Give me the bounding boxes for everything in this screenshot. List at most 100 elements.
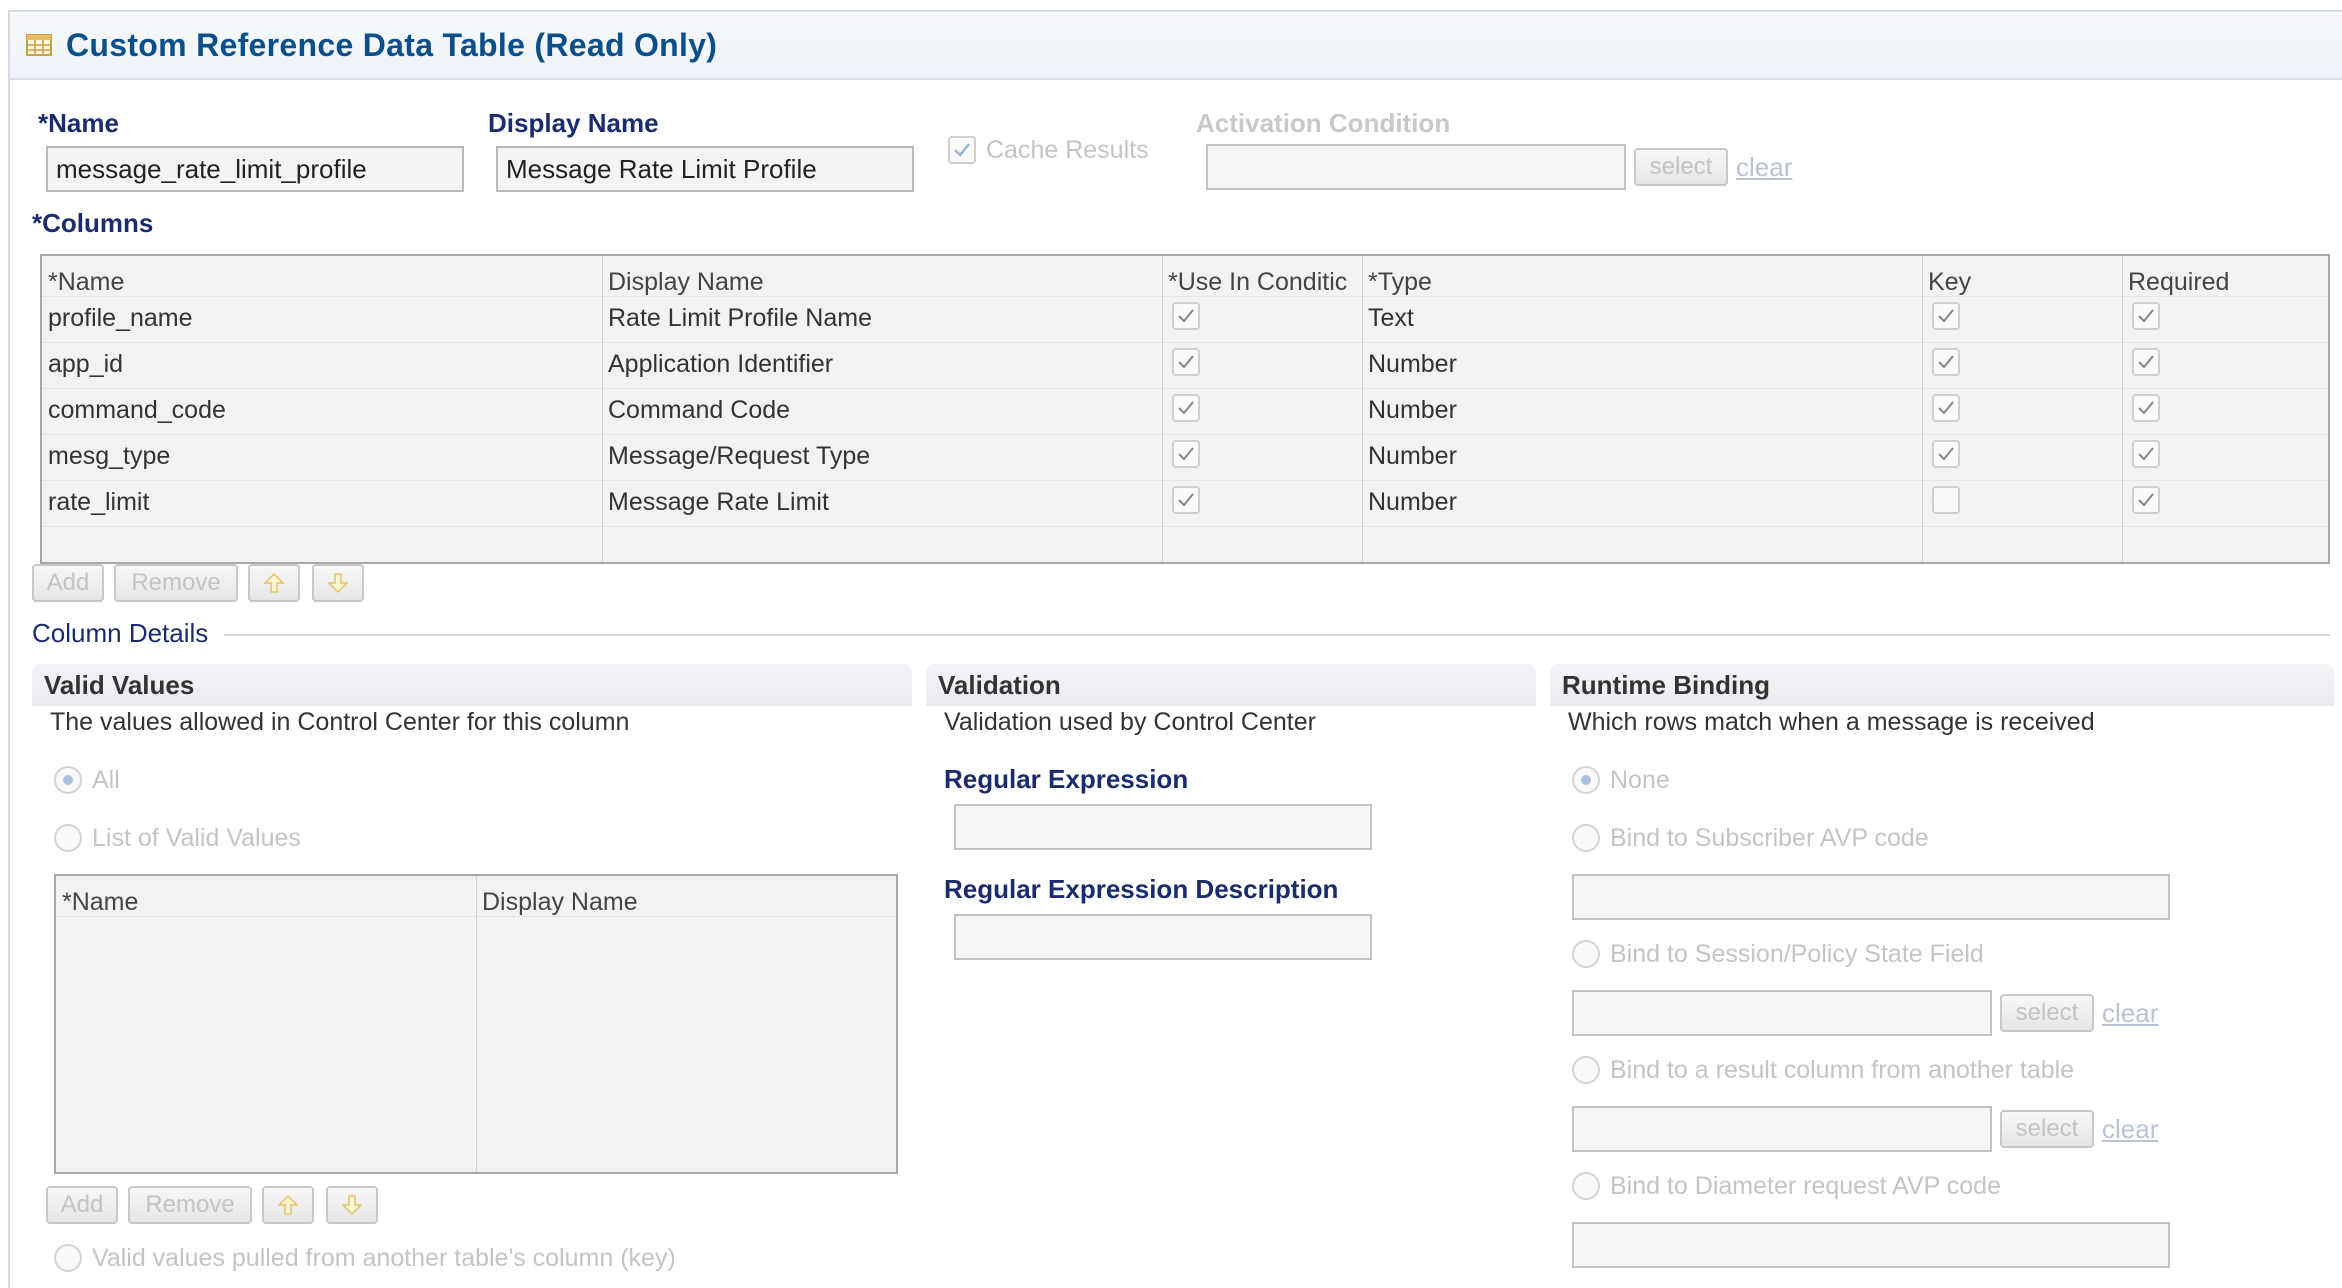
valid-values-pulled-radio[interactable]	[54, 1244, 82, 1272]
cache-results-label: Cache Results	[986, 136, 1149, 164]
session-clear-link[interactable]: clear	[2102, 998, 2158, 1029]
checkmark-icon	[2138, 309, 2154, 323]
use-in-condition-checkbox[interactable]	[1172, 440, 1200, 468]
page: Custom Reference Data Table (Read Only) …	[8, 10, 2342, 1288]
bind-none-radio[interactable]	[1572, 766, 1600, 794]
regex-field[interactable]	[954, 804, 1372, 850]
display-name-label: Display Name	[488, 108, 659, 138]
valid-values-header: Valid Values	[32, 664, 912, 706]
cell-type: Text	[1368, 304, 1414, 332]
diameter-avp-field[interactable]	[1572, 1222, 2170, 1268]
required-checkbox[interactable]	[2132, 486, 2160, 514]
checkmark-icon	[1178, 401, 1194, 415]
key-checkbox[interactable]	[1932, 302, 1960, 330]
vv-header-display-name[interactable]: Display Name	[482, 888, 638, 917]
remove-valid-value-button[interactable]: Remove	[128, 1186, 252, 1224]
result-column-field[interactable]	[1572, 1106, 1992, 1152]
valid-values-pulled-label: Valid values pulled from another table's…	[92, 1244, 676, 1272]
arrow-up-icon	[277, 1194, 299, 1215]
checkmark-icon	[1938, 401, 1954, 415]
remove-column-button[interactable]: Remove	[114, 564, 238, 602]
required-checkbox[interactable]	[2132, 302, 2160, 330]
move-up-button[interactable]	[248, 564, 300, 602]
valid-values-list-label: List of Valid Values	[92, 824, 301, 852]
arrow-up-icon	[263, 572, 285, 593]
cell-display-name: Message Rate Limit	[608, 488, 829, 516]
subscriber-avp-field[interactable]	[1572, 874, 2170, 920]
page-title: Custom Reference Data Table (Read Only)	[66, 26, 718, 63]
col-header-name[interactable]: *Name	[48, 268, 596, 297]
key-checkbox[interactable]	[1932, 440, 1960, 468]
name-label: *Name	[38, 108, 119, 138]
add-valid-value-button[interactable]: Add	[46, 1186, 118, 1224]
valid-values-all-radio[interactable]	[54, 766, 82, 794]
cell-type: Number	[1368, 442, 1457, 470]
col-header-key[interactable]: Key	[1928, 268, 2118, 297]
bind-diameter-radio[interactable]	[1572, 1172, 1600, 1200]
required-checkbox[interactable]	[2132, 440, 2160, 468]
cache-results-checkbox[interactable]	[948, 136, 976, 164]
result-clear-link[interactable]: clear	[2102, 1114, 2158, 1145]
use-in-condition-checkbox[interactable]	[1172, 302, 1200, 330]
column-details-divider	[224, 634, 2330, 636]
bind-session-radio[interactable]	[1572, 940, 1600, 968]
col-header-type[interactable]: *Type	[1368, 268, 1916, 297]
cell-display-name: Application Identifier	[608, 350, 834, 378]
bind-subscriber-radio[interactable]	[1572, 824, 1600, 852]
runtime-binding-header: Runtime Binding	[1550, 664, 2334, 706]
vv-move-down-button[interactable]	[326, 1186, 378, 1224]
validation-desc: Validation used by Control Center	[944, 708, 1316, 736]
vv-move-up-button[interactable]	[262, 1186, 314, 1224]
col-header-use-in-condition[interactable]: *Use In Conditic	[1168, 268, 1360, 297]
required-checkbox[interactable]	[2132, 348, 2160, 376]
regex-desc-field[interactable]	[954, 914, 1372, 960]
key-checkbox[interactable]	[1932, 348, 1960, 376]
cell-name: rate_limit	[48, 488, 150, 516]
cell-name: mesg_type	[48, 442, 171, 470]
activation-select-button[interactable]: select	[1634, 148, 1728, 186]
session-field[interactable]	[1572, 990, 1992, 1036]
cell-display-name: Rate Limit Profile Name	[608, 304, 872, 332]
display-name-field[interactable]: Message Rate Limit Profile	[496, 146, 914, 192]
use-in-condition-checkbox[interactable]	[1172, 394, 1200, 422]
runtime-binding-desc: Which rows match when a message is recei…	[1568, 708, 2095, 736]
result-select-button[interactable]: select	[2000, 1110, 2094, 1148]
use-in-condition-checkbox[interactable]	[1172, 348, 1200, 376]
key-checkbox[interactable]	[1932, 486, 1960, 514]
checkmark-icon	[2138, 493, 2154, 507]
checkmark-icon	[2138, 355, 2154, 369]
add-column-button[interactable]: Add	[32, 564, 104, 602]
checkmark-icon	[1178, 309, 1194, 323]
column-details-title: Column Details	[32, 618, 209, 648]
regex-label: Regular Expression	[944, 764, 1189, 794]
key-checkbox[interactable]	[1932, 394, 1960, 422]
activation-condition-field[interactable]	[1206, 144, 1626, 190]
checkmark-icon	[2138, 401, 2154, 415]
bind-result-label: Bind to a result column from another tab…	[1610, 1056, 2075, 1084]
move-down-button[interactable]	[312, 564, 364, 602]
session-select-button[interactable]: select	[2000, 994, 2094, 1032]
vv-header-name[interactable]: *Name	[62, 888, 138, 917]
cell-type: Number	[1368, 488, 1457, 516]
bind-result-radio[interactable]	[1572, 1056, 1600, 1084]
valid-values-all-label: All	[92, 766, 120, 794]
checkmark-icon	[1178, 447, 1194, 461]
activation-clear-link[interactable]: clear	[1736, 152, 1792, 183]
col-header-display-name[interactable]: Display Name	[608, 268, 1156, 297]
checkmark-icon	[1938, 447, 1954, 461]
name-field[interactable]: message_rate_limit_profile	[46, 146, 464, 192]
title-bar: Custom Reference Data Table (Read Only)	[10, 12, 2342, 80]
activation-condition-label: Activation Condition	[1196, 108, 1451, 138]
required-checkbox[interactable]	[2132, 394, 2160, 422]
col-header-required[interactable]: Required	[2128, 268, 2318, 297]
checkmark-icon	[954, 143, 970, 157]
validation-header: Validation	[926, 664, 1536, 706]
checkmark-icon	[2138, 447, 2154, 461]
checkmark-icon	[1938, 355, 1954, 369]
bind-diameter-label: Bind to Diameter request AVP code	[1610, 1172, 2001, 1200]
checkmark-icon	[1178, 355, 1194, 369]
valid-values-list-radio[interactable]	[54, 824, 82, 852]
valid-values-desc: The values allowed in Control Center for…	[50, 708, 630, 736]
use-in-condition-checkbox[interactable]	[1172, 486, 1200, 514]
cell-name: profile_name	[48, 304, 193, 332]
